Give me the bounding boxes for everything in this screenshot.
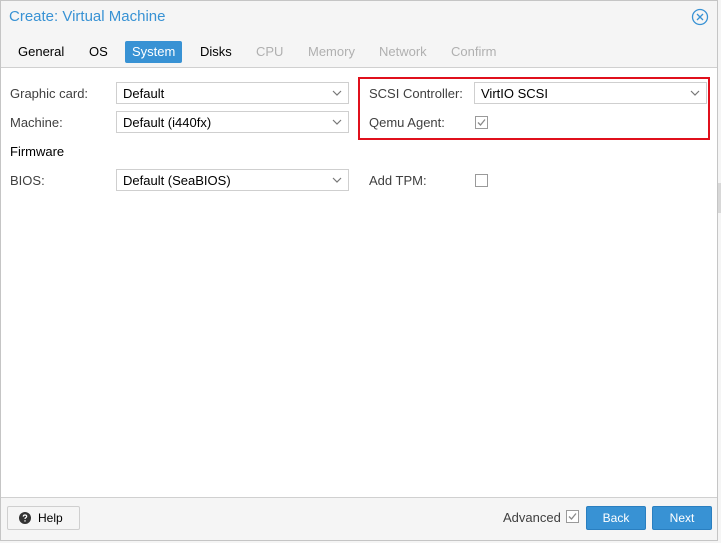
tab-cpu: CPU — [256, 44, 284, 59]
graphic-card-select[interactable]: Default — [116, 82, 349, 104]
machine-value: Default (i440fx) — [123, 115, 212, 130]
dialog-footer: Help Advanced Back Next — [1, 497, 717, 540]
advanced-checkbox[interactable] — [566, 510, 579, 523]
create-vm-dialog: Create: Virtual Machine General OS Syste… — [0, 0, 718, 541]
scsi-controller-label: SCSI Controller: — [369, 86, 463, 101]
qemu-agent-checkbox[interactable] — [475, 116, 488, 129]
add-tpm-checkbox[interactable] — [475, 174, 488, 187]
help-button[interactable]: Help — [7, 506, 80, 530]
question-circle-icon — [19, 512, 31, 524]
firmware-heading: Firmware — [10, 144, 65, 159]
bios-value: Default (SeaBIOS) — [123, 173, 231, 188]
system-form: Graphic card: Default Machine: Default (… — [1, 68, 717, 498]
next-button[interactable]: Next — [652, 506, 712, 530]
bios-select[interactable]: Default (SeaBIOS) — [116, 169, 349, 191]
add-tpm-label: Add TPM: — [369, 173, 427, 188]
tab-memory: Memory — [308, 44, 355, 59]
wizard-tabbar: General OS System Disks CPU Memory Netwo… — [1, 35, 717, 68]
bios-label: BIOS: — [10, 173, 45, 188]
chevron-down-icon — [690, 90, 700, 96]
graphic-card-label: Graphic card: — [10, 86, 89, 101]
scsi-controller-select[interactable]: VirtIO SCSI — [474, 82, 707, 104]
tab-system[interactable]: System — [125, 41, 183, 63]
machine-select[interactable]: Default (i440fx) — [116, 111, 349, 133]
advanced-label: Advanced — [503, 510, 561, 525]
chevron-down-icon — [332, 119, 342, 125]
tab-confirm: Confirm — [451, 44, 497, 59]
tab-disks[interactable]: Disks — [193, 41, 239, 63]
tab-os[interactable]: OS — [82, 41, 115, 63]
dialog-titlebar: Create: Virtual Machine — [1, 1, 717, 35]
back-button[interactable]: Back — [586, 506, 646, 530]
graphic-card-value: Default — [123, 86, 165, 101]
checkmark-icon — [477, 119, 486, 126]
chevron-down-icon — [332, 177, 342, 183]
machine-label: Machine: — [10, 115, 63, 130]
checkmark-icon — [568, 513, 577, 520]
close-icon[interactable] — [691, 8, 709, 26]
tab-network: Network — [379, 44, 427, 59]
help-button-label: Help — [38, 511, 63, 525]
dialog-title: Create: Virtual Machine — [9, 8, 166, 25]
scsi-controller-value: VirtIO SCSI — [481, 86, 548, 101]
tab-general[interactable]: General — [11, 41, 71, 63]
chevron-down-icon — [332, 90, 342, 96]
qemu-agent-label: Qemu Agent: — [369, 115, 445, 130]
